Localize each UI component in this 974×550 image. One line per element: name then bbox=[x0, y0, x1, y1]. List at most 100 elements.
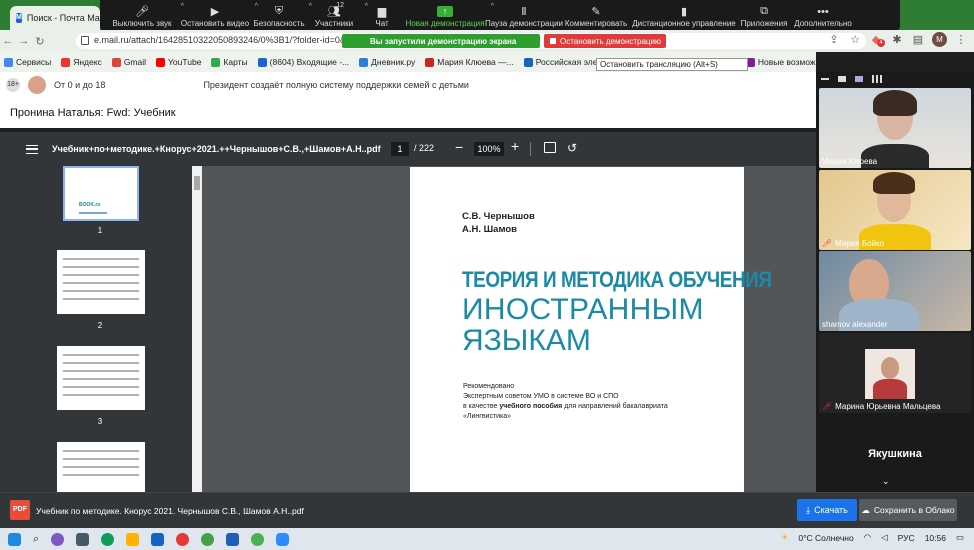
date-range[interactable]: От 0 и до 18 bbox=[54, 80, 105, 90]
sharing-banner: Вы запустили демонстрацию экрана bbox=[342, 34, 540, 48]
rec-pre: в качестве bbox=[463, 403, 500, 410]
zoom-in-icon[interactable]: + bbox=[511, 138, 519, 154]
zoom-share-button[interactable]: ↑ Новая демонстрация ^ bbox=[402, 0, 494, 32]
bookmark-label: Дневник.ру bbox=[371, 57, 416, 67]
bookmark-item[interactable]: Дневник.ру bbox=[359, 57, 415, 67]
zoom-mouse-button[interactable]: ▮ Дистанционное управление bbox=[632, 0, 736, 32]
bookmark-item[interactable]: Мария Клюева —... bbox=[425, 57, 514, 67]
bookmark-item[interactable]: Карты bbox=[211, 57, 248, 67]
participant-video[interactable]: 🎤︎ Марина Юрьевна Мальцева bbox=[819, 333, 971, 413]
scrollbar-thumb[interactable] bbox=[194, 176, 200, 190]
bookmark-item[interactable]: (8604) Входящие -... bbox=[257, 57, 349, 67]
notifications-icon[interactable]: ▭ bbox=[956, 532, 964, 543]
chrome-active-icon[interactable] bbox=[251, 532, 265, 546]
participant-name-label: Марина Юрьевна Мальцева bbox=[835, 402, 941, 411]
active-participant-name: Якушкина bbox=[868, 448, 922, 460]
back-icon[interactable]: ← bbox=[0, 35, 16, 47]
language-indicator[interactable]: РУС bbox=[898, 533, 915, 543]
author-2: А.Н. Шамов bbox=[462, 224, 518, 235]
thumbnail-scrollbar[interactable] bbox=[192, 166, 202, 492]
menu-icon[interactable] bbox=[26, 144, 38, 154]
stop-sharing-label: Остановить демонстрацию bbox=[560, 36, 661, 46]
stop-sharing-button[interactable]: Остановить демонстрацию bbox=[544, 34, 666, 48]
fit-page-icon[interactable] bbox=[544, 142, 556, 153]
thumbnail-line bbox=[63, 282, 139, 284]
thumbnail-line bbox=[63, 298, 139, 300]
participant-photo bbox=[865, 349, 915, 399]
participant-video[interactable]: Мария Клюева bbox=[819, 88, 971, 168]
reload-icon[interactable]: ↻ bbox=[32, 35, 48, 48]
mic-muted-icon: 🎤︎ bbox=[822, 402, 833, 411]
participant-video[interactable]: shamov alexander bbox=[819, 251, 971, 331]
zoom-mic-button[interactable]: 🎤︎ Выключить звук ^ bbox=[106, 0, 184, 32]
zoom-level-input[interactable]: 100% bbox=[474, 142, 504, 156]
word-icon[interactable] bbox=[226, 532, 240, 546]
volume-icon[interactable]: ◁ bbox=[881, 532, 888, 543]
explorer-icon[interactable] bbox=[126, 532, 140, 546]
speaker-view-icon[interactable] bbox=[855, 76, 863, 82]
bookmark-item[interactable]: Яндекс bbox=[61, 57, 102, 67]
mic-icon: 🎤︎ bbox=[135, 6, 149, 18]
weather-text[interactable]: 0°C Солнечно bbox=[798, 533, 853, 543]
view-icon[interactable] bbox=[838, 76, 846, 82]
minimize-icon[interactable] bbox=[821, 78, 829, 80]
book-title-line-2: ИНОСТРАННЫМ bbox=[462, 293, 704, 326]
store-icon[interactable] bbox=[151, 532, 165, 546]
thumbnail-page-3[interactable] bbox=[57, 346, 145, 410]
sidebar-icon[interactable]: ▤ bbox=[911, 33, 925, 47]
participant-video[interactable]: 🎤︎ Мария Бойко bbox=[819, 170, 971, 250]
zoom-participants-button[interactable]: 👥︎ Участники 12 ^ bbox=[306, 0, 368, 32]
chevron-down-icon[interactable]: ⌄ bbox=[882, 476, 890, 487]
zoom-shield-button[interactable]: ⛨ Безопасность ^ bbox=[252, 0, 312, 32]
zoom-pause-button[interactable]: Ⅱ Пауза демонстрации bbox=[485, 0, 563, 32]
start-icon[interactable] bbox=[8, 532, 21, 546]
page-number-input[interactable]: 1 bbox=[391, 142, 409, 156]
clock[interactable]: 10:56 bbox=[925, 533, 946, 543]
bookmark-item[interactable]: Новые возможнос... bbox=[745, 57, 816, 67]
puzzle-icon[interactable]: ✱ bbox=[890, 33, 904, 47]
zoom-more-button[interactable]: ••• Дополнительно bbox=[792, 0, 854, 32]
network-icon[interactable]: ◠ bbox=[864, 532, 871, 543]
save-to-cloud-button[interactable]: ☁ Сохранить в Облако bbox=[859, 499, 957, 521]
yandex-icon[interactable] bbox=[176, 532, 190, 546]
recommendation-line-2: Экспертным советом УМО в системе ВО и СП… bbox=[463, 393, 619, 400]
browser-tab[interactable]: M Поиск - Почта Mail.ru bbox=[10, 6, 100, 30]
thumbnail-line bbox=[63, 370, 139, 372]
bookmark-item[interactable]: Gmail bbox=[111, 57, 146, 67]
participant-body bbox=[873, 379, 907, 399]
zoom-apps-button[interactable]: ⧉ Приложения bbox=[736, 0, 792, 32]
shield-icon: ⛨ bbox=[274, 5, 284, 17]
zoom-chat-button[interactable]: ▆ Чат bbox=[362, 0, 402, 32]
extension-icon[interactable]: ◆ 4 bbox=[869, 33, 885, 47]
thumbnail-page-1[interactable]: BOOK.ru bbox=[63, 166, 139, 221]
forward-icon[interactable]: → bbox=[16, 35, 32, 47]
pause-icon: Ⅱ bbox=[521, 6, 527, 18]
thumbnail-page-4[interactable] bbox=[57, 442, 145, 492]
cortana-icon[interactable] bbox=[51, 532, 65, 546]
cloud-icon: ☁ bbox=[861, 504, 870, 515]
zoom-pen-button[interactable]: ✎ Комментировать bbox=[560, 0, 632, 32]
participant-count: 12 bbox=[336, 2, 345, 9]
browser-actions: ⇪ ☆ ◆ 4 ✱ ▤ М ⋮ bbox=[827, 32, 968, 47]
search-icon[interactable]: ⌕ bbox=[33, 533, 39, 546]
thumbnail-page-2[interactable] bbox=[57, 250, 145, 314]
task-view-icon[interactable] bbox=[76, 532, 90, 546]
star-icon[interactable]: ☆ bbox=[848, 33, 862, 47]
mouse-icon: ▮ bbox=[680, 6, 688, 18]
menu-dots-icon[interactable]: ⋮ bbox=[954, 33, 968, 47]
recommendation-line-1: Рекомендовано bbox=[463, 383, 515, 390]
news-headline[interactable]: Президент создаёт полную систему поддерж… bbox=[203, 80, 469, 90]
download-button[interactable]: ⤓ Скачать bbox=[797, 499, 857, 521]
chrome-icon[interactable] bbox=[201, 532, 215, 546]
zoom-app-icon[interactable] bbox=[276, 532, 290, 546]
rotate-icon[interactable]: ↺ bbox=[567, 141, 577, 155]
bookmark-item[interactable]: YouTube bbox=[156, 57, 201, 67]
zoom-out-icon[interactable]: − bbox=[455, 139, 463, 155]
bookmark-item[interactable]: Сервисы bbox=[4, 57, 51, 67]
profile-avatar[interactable]: М bbox=[932, 32, 947, 47]
zoom-video-button[interactable]: ▶ Остановить видео ^ bbox=[178, 0, 258, 32]
bookmark-item[interactable]: Российская элект bbox=[523, 57, 605, 67]
gallery-grid-icon[interactable] bbox=[872, 75, 882, 83]
share-page-icon[interactable]: ⇪ bbox=[827, 33, 841, 47]
edge-icon[interactable] bbox=[101, 532, 115, 546]
